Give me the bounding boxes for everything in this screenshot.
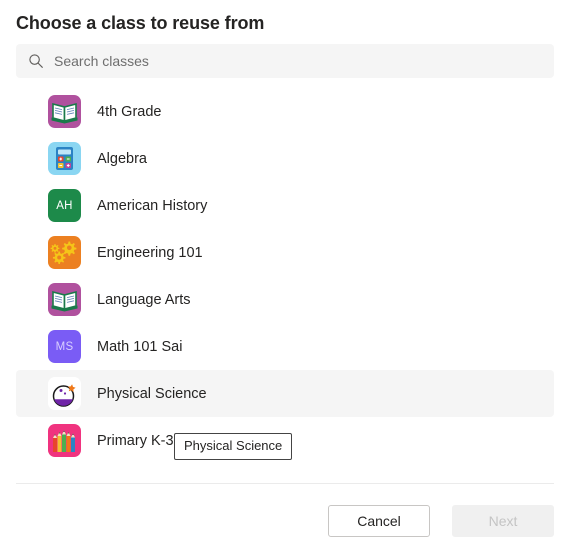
class-row-american-history[interactable]: AH American History bbox=[16, 182, 554, 229]
class-name: Engineering 101 bbox=[97, 244, 203, 261]
search-icon bbox=[28, 53, 44, 69]
class-name: Primary K-3 bbox=[97, 432, 174, 449]
class-list[interactable]: 4th Grade Algebra AH American History En… bbox=[0, 88, 570, 483]
book-icon bbox=[48, 283, 81, 316]
class-row-math-101-sai[interactable]: MS Math 101 Sai bbox=[16, 323, 554, 370]
class-row-language-arts[interactable]: Language Arts bbox=[16, 276, 554, 323]
class-name: American History bbox=[97, 197, 208, 214]
calculator-icon bbox=[48, 142, 81, 175]
search-input[interactable] bbox=[54, 53, 542, 69]
reuse-class-dialog: Choose a class to reuse from Search clas… bbox=[0, 0, 570, 558]
flask-icon bbox=[48, 377, 81, 410]
avatar-initials: MS bbox=[55, 340, 74, 353]
search-area bbox=[0, 44, 570, 78]
class-row-engineering-101[interactable]: Engineering 101 bbox=[16, 229, 554, 276]
class-name: Language Arts bbox=[97, 291, 191, 308]
search-box[interactable] bbox=[16, 44, 554, 78]
class-name: Algebra bbox=[97, 150, 147, 167]
class-row-4th-grade[interactable]: 4th Grade bbox=[16, 88, 554, 135]
cancel-button[interactable]: Cancel bbox=[328, 505, 430, 537]
pencils-icon bbox=[48, 424, 81, 457]
tooltip: Physical Science bbox=[174, 433, 293, 460]
class-row-algebra[interactable]: Algebra bbox=[16, 135, 554, 182]
avatar-initials: AH bbox=[56, 199, 73, 212]
book-icon bbox=[48, 95, 81, 128]
gears-icon bbox=[48, 236, 81, 269]
class-name: Physical Science bbox=[97, 385, 207, 402]
dialog-title: Choose a class to reuse from bbox=[16, 13, 265, 33]
initials-tile: AH bbox=[48, 189, 81, 222]
class-name: Math 101 Sai bbox=[97, 338, 183, 355]
next-button[interactable]: Next bbox=[452, 505, 554, 537]
class-name: 4th Grade bbox=[97, 103, 162, 120]
dialog-footer: Cancel Next bbox=[0, 484, 570, 558]
initials-tile: MS bbox=[48, 330, 81, 363]
class-row-physical-science[interactable]: Physical Science bbox=[16, 370, 554, 417]
